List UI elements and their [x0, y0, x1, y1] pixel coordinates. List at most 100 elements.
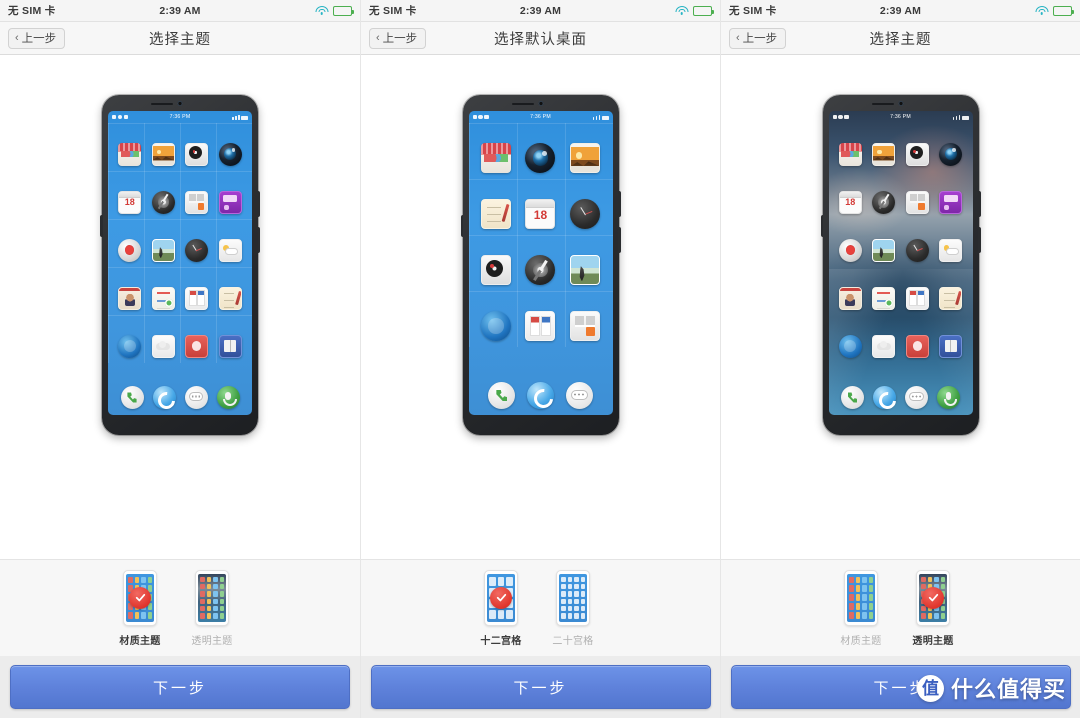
recorder-dock-icon[interactable]	[937, 386, 960, 409]
app-cell[interactable]	[867, 130, 901, 178]
app-cell[interactable]	[180, 226, 214, 274]
app-cell[interactable]	[563, 130, 608, 186]
panel-theme-2: 无 SIM 卡 2:39 AM ‹ 上一步 选择主题 7:36 PM 18 材质…	[720, 0, 1080, 718]
app-cell[interactable]	[180, 322, 214, 370]
thumbnail-preview	[916, 569, 950, 626]
contacts-icon	[118, 286, 142, 310]
app-cell[interactable]	[147, 274, 181, 322]
app-cell[interactable]	[180, 274, 214, 322]
app-cell[interactable]: 18	[113, 178, 147, 226]
app-cell[interactable]	[147, 178, 181, 226]
app-cell[interactable]	[474, 298, 519, 354]
phone-icon[interactable]	[488, 382, 516, 409]
clock-icon	[570, 199, 601, 229]
compass-icon	[872, 190, 896, 214]
phone-icon[interactable]	[120, 386, 144, 409]
app-cell[interactable]	[113, 322, 147, 370]
volume-button	[460, 215, 463, 237]
app-cell[interactable]	[180, 130, 214, 178]
app-cell[interactable]	[214, 178, 248, 226]
app-cell[interactable]	[867, 322, 901, 370]
calculator-icon	[185, 190, 209, 214]
app-cell[interactable]	[901, 178, 935, 226]
app-cell[interactable]	[147, 130, 181, 178]
thumbnail-preview	[844, 569, 878, 626]
app-cell[interactable]	[474, 186, 519, 242]
app-cell[interactable]	[834, 274, 868, 322]
app-cell[interactable]: 18	[834, 178, 868, 226]
thumbnail-grid-12[interactable]: 十二宫格	[479, 569, 523, 647]
next-button[interactable]: 下一步	[10, 665, 350, 709]
back-button[interactable]: ‹ 上一步	[729, 27, 787, 49]
browser-icon[interactable]	[527, 382, 554, 409]
app-cell[interactable]	[834, 130, 868, 178]
app-cell[interactable]	[113, 130, 147, 178]
app-cell[interactable]	[518, 130, 563, 186]
thumbnail-material-theme[interactable]: 材质主题	[839, 569, 883, 647]
app-cell[interactable]	[214, 130, 248, 178]
calendar-icon: 18	[118, 190, 142, 214]
cloud-icon	[151, 334, 175, 358]
app-cell[interactable]	[113, 274, 147, 322]
compass-icon	[151, 190, 175, 214]
thumbnail-grid-20[interactable]: 二十宫格	[551, 569, 595, 647]
back-button[interactable]: ‹ 上一步	[8, 27, 66, 49]
app-cell[interactable]	[180, 178, 214, 226]
app-cell[interactable]	[474, 130, 519, 186]
app-cell[interactable]	[563, 186, 608, 242]
phone-clock: 7:36 PM	[530, 114, 551, 120]
app-cell[interactable]	[867, 274, 901, 322]
messages-icon[interactable]	[184, 386, 208, 409]
earpiece-speaker	[511, 102, 534, 105]
thumbnail-label: 材质主题	[840, 635, 882, 647]
app-cell[interactable]	[563, 298, 608, 354]
app-cell[interactable]	[214, 226, 248, 274]
app-cell[interactable]	[834, 226, 868, 274]
app-cell[interactable]	[147, 322, 181, 370]
preview-stage: 7:36 PM 18	[721, 55, 1080, 559]
thumbnail-screen	[198, 573, 226, 622]
back-button[interactable]: ‹ 上一步	[369, 27, 427, 49]
next-button[interactable]: 下一步	[370, 665, 711, 709]
next-button[interactable]: 下一步	[730, 665, 1071, 709]
photos-icon	[570, 255, 601, 285]
app-cell[interactable]	[113, 226, 147, 274]
app-cell[interactable]	[934, 226, 968, 274]
thumbnail-transparent-theme[interactable]: 透明主题	[190, 569, 234, 647]
app-cell[interactable]: 18	[518, 186, 563, 242]
gallery-icon	[872, 142, 896, 166]
app-cell[interactable]	[214, 322, 248, 370]
thumbnail-label: 透明主题	[191, 635, 233, 647]
app-cell[interactable]	[901, 130, 935, 178]
app-cell[interactable]	[867, 226, 901, 274]
app-cell[interactable]	[518, 242, 563, 298]
app-cell[interactable]	[901, 322, 935, 370]
app-cell[interactable]	[147, 226, 181, 274]
browser-icon[interactable]	[873, 386, 896, 409]
messages-icon[interactable]	[905, 386, 928, 409]
app-cell[interactable]	[934, 274, 968, 322]
phone-icon[interactable]	[841, 386, 864, 409]
phone-screen: 7:36 PM 18	[108, 111, 252, 415]
volume-button	[820, 215, 823, 237]
app-cell[interactable]	[563, 242, 608, 298]
thumbnail-transparent-theme[interactable]: 透明主题	[911, 569, 955, 647]
messages-icon[interactable]	[565, 382, 593, 409]
app-cell[interactable]	[214, 274, 248, 322]
app-cell[interactable]	[934, 178, 968, 226]
app-cell[interactable]	[834, 322, 868, 370]
theme-thumbnail-strip: 材质主题 透明主题	[0, 559, 360, 656]
app-cell[interactable]	[934, 130, 968, 178]
browser-icon[interactable]	[152, 386, 176, 409]
app-cell[interactable]	[474, 242, 519, 298]
thumbnail-material-theme[interactable]: 材质主题	[118, 569, 162, 647]
thumbnail-label: 二十宫格	[552, 635, 594, 647]
app-cell[interactable]	[518, 298, 563, 354]
recorder-icon	[118, 238, 142, 262]
app-cell[interactable]	[867, 178, 901, 226]
app-cell[interactable]	[934, 322, 968, 370]
app-cell[interactable]	[901, 226, 935, 274]
recorder-dock-icon[interactable]	[216, 386, 240, 409]
app-cell[interactable]	[901, 274, 935, 322]
phone-screen: 7:36 PM 18	[828, 111, 973, 415]
